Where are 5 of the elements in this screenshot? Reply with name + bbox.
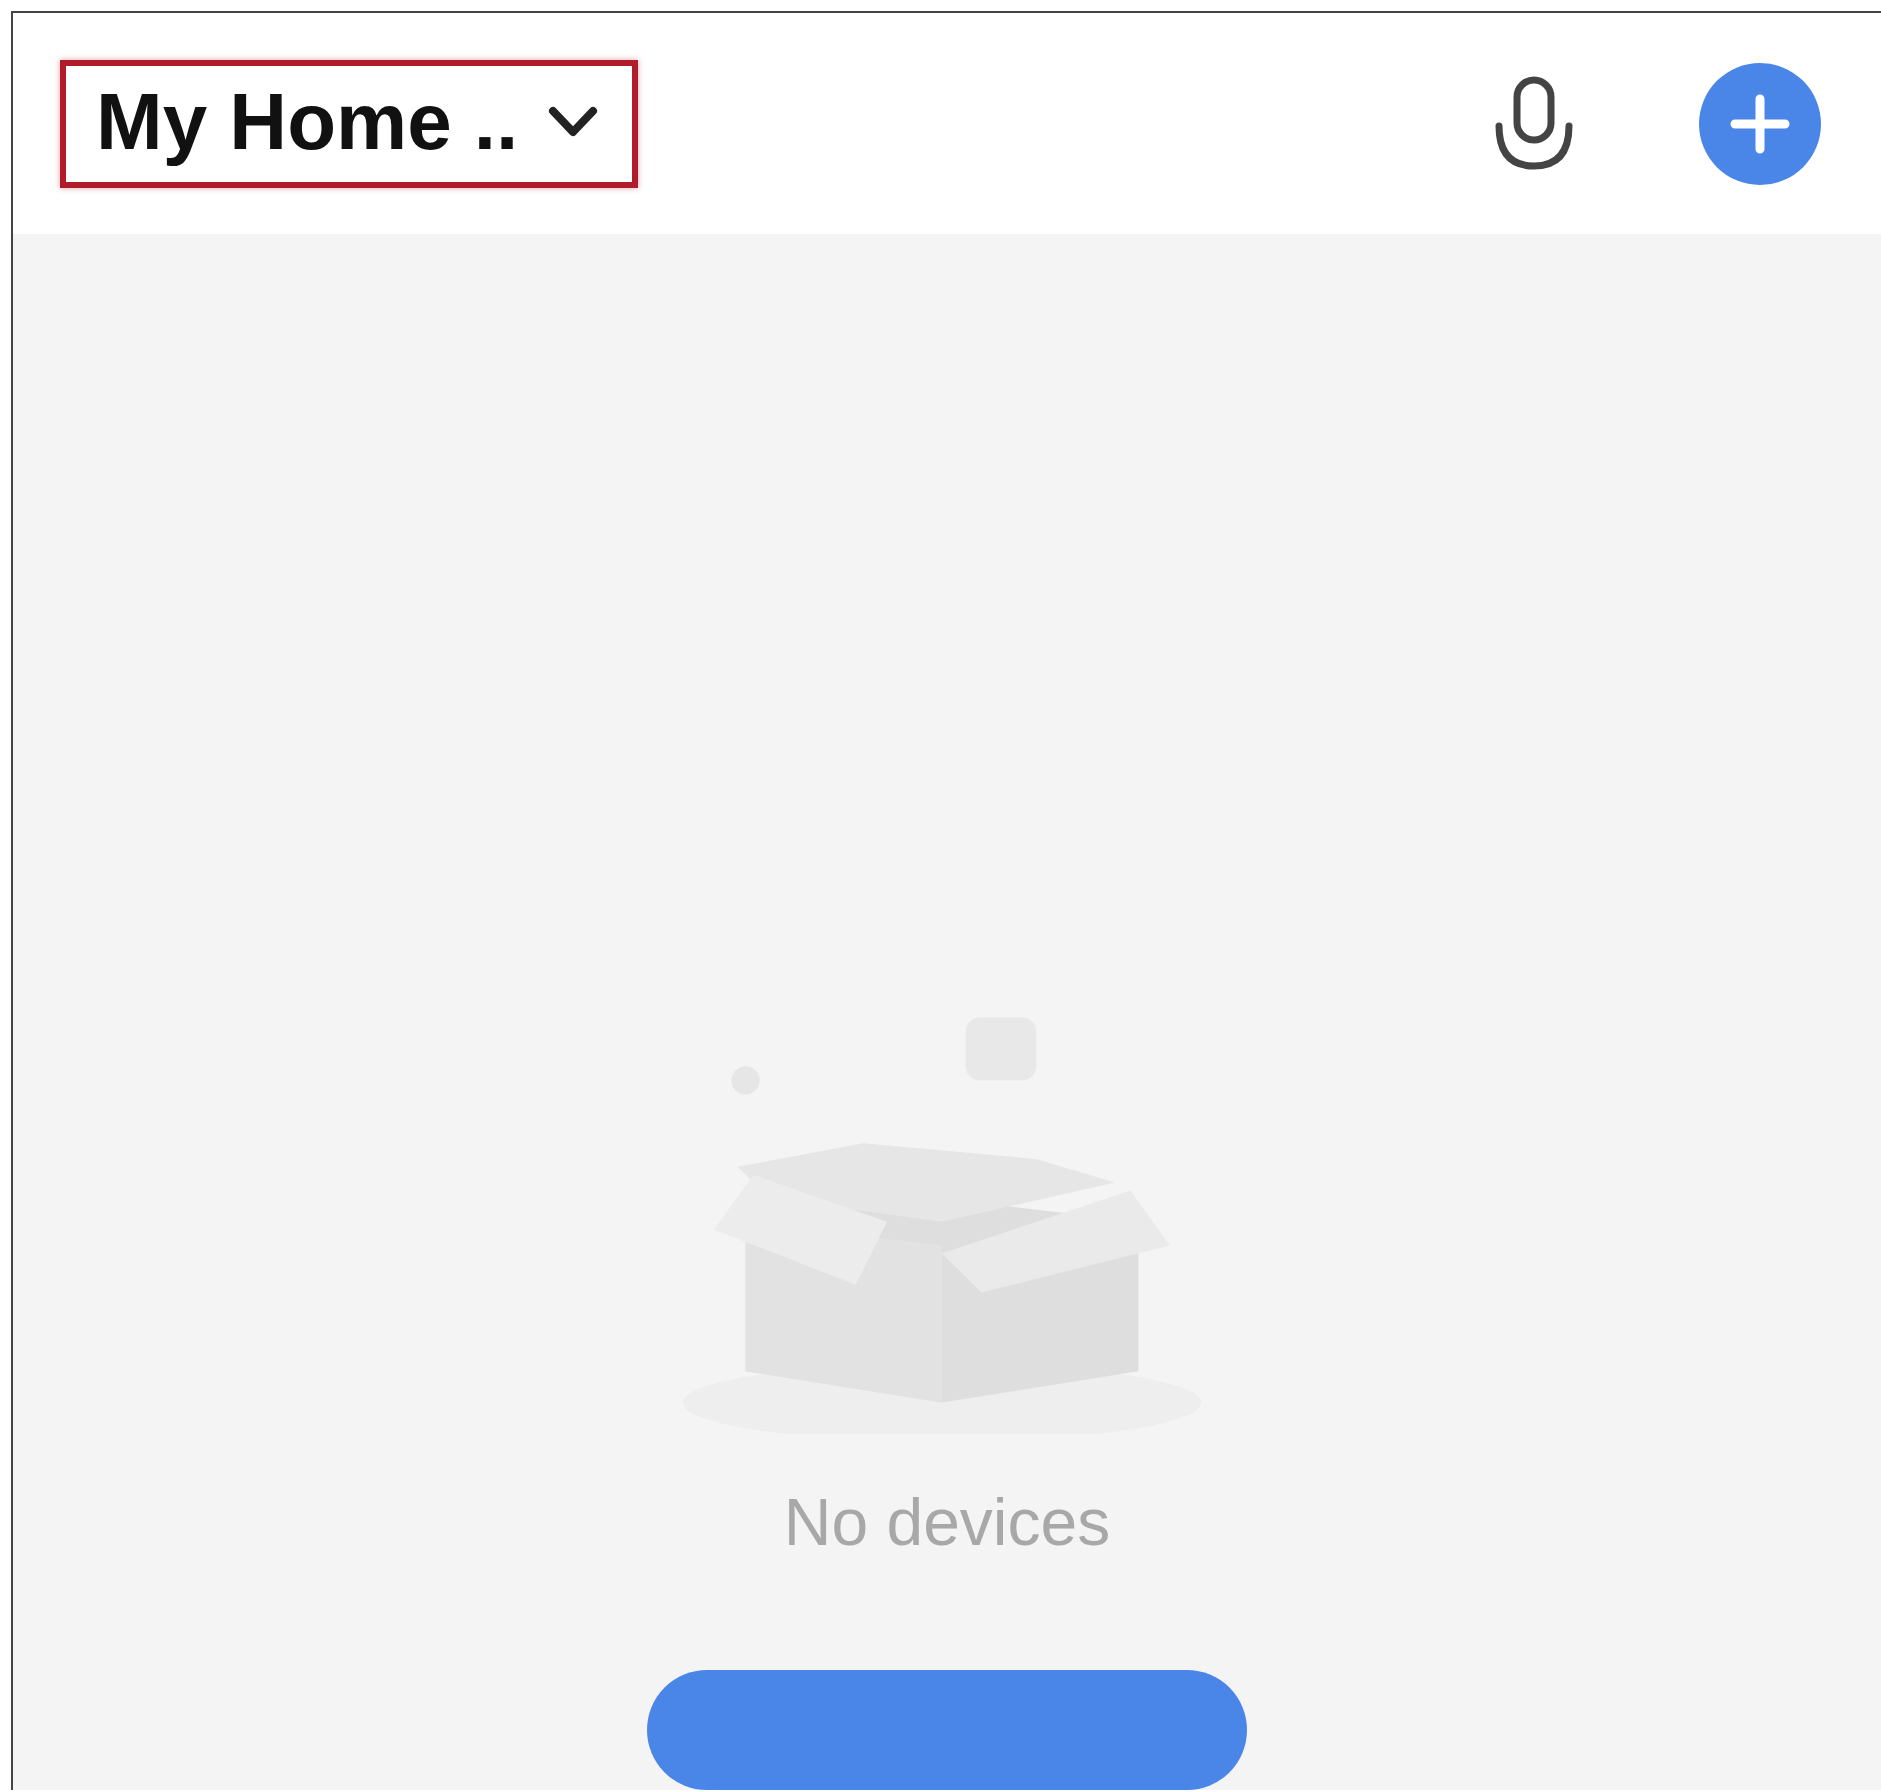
home-name: My Home .. <box>96 75 519 168</box>
home-selector[interactable]: My Home .. <box>60 59 639 188</box>
chevron-down-icon <box>548 105 599 138</box>
plus-icon <box>1729 92 1791 155</box>
empty-message: No devices <box>783 1484 1111 1560</box>
